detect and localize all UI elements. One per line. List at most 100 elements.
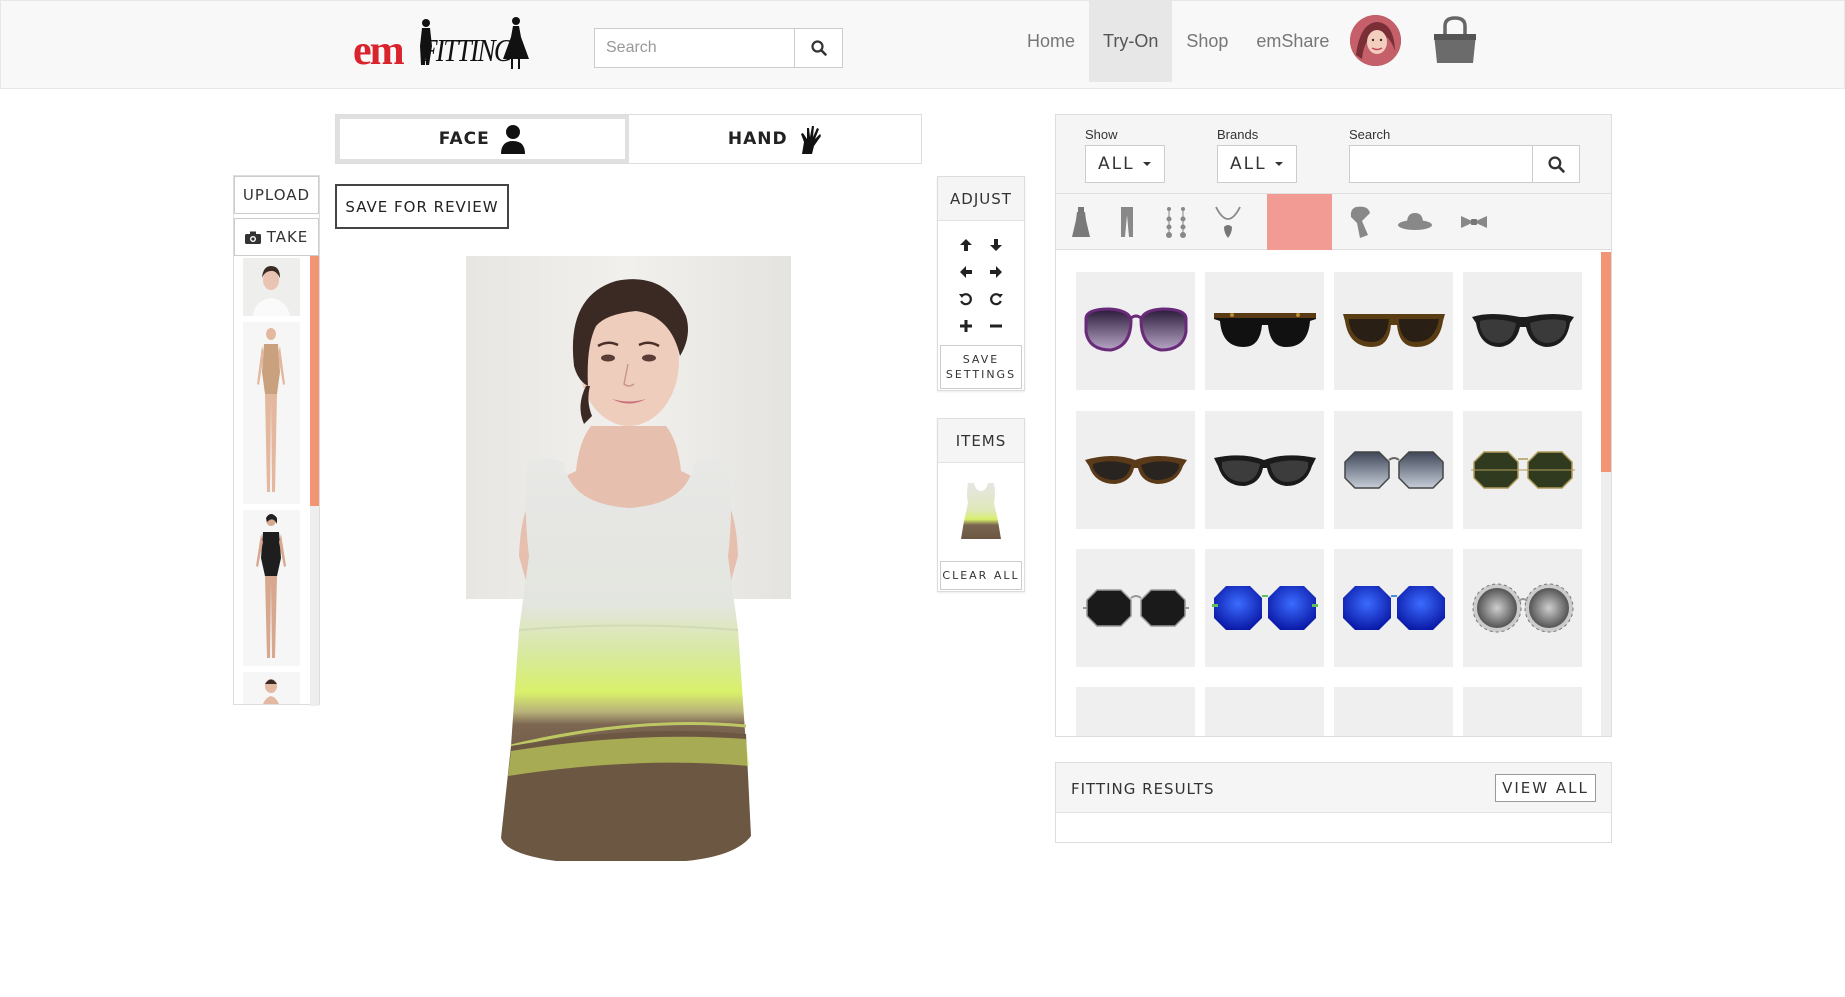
necklace-icon <box>1215 206 1241 238</box>
model-thumbnail[interactable] <box>243 510 300 666</box>
model-thumbnail[interactable] <box>243 672 300 704</box>
adjust-title: ADJUST <box>938 177 1024 221</box>
nav-home[interactable]: Home <box>1013 1 1089 82</box>
header-search-button[interactable] <box>794 28 843 68</box>
zoom-out-icon[interactable] <box>981 312 1011 339</box>
header-search-input[interactable] <box>594 28 794 68</box>
arrow-right-icon[interactable] <box>981 258 1011 285</box>
arrow-down-icon[interactable] <box>981 231 1011 258</box>
nav-try-on[interactable]: Try-On <box>1089 1 1173 82</box>
product-tile[interactable] <box>1334 549 1453 667</box>
layered-top-thumbnail <box>961 483 1001 539</box>
catalog-panel: Show ALL Brands ALL Search <box>1055 114 1612 737</box>
blue-octagon-sunglasses-image <box>1342 586 1445 630</box>
black-wrap-sunglasses-image <box>1213 455 1316 486</box>
zoom-in-icon[interactable] <box>951 312 981 339</box>
product-tile[interactable] <box>1205 272 1324 390</box>
product-tile[interactable] <box>1205 549 1324 667</box>
category-pants[interactable] <box>1102 194 1152 250</box>
black-sport-sunglasses-image <box>1471 314 1574 347</box>
catalog-filters: Show ALL Brands ALL Search <box>1056 115 1611 194</box>
nav-shop[interactable]: Shop <box>1172 1 1242 82</box>
show-select[interactable]: ALL <box>1085 145 1165 183</box>
product-tile[interactable] <box>1463 687 1582 736</box>
shopping-bag-icon[interactable] <box>1429 14 1481 66</box>
arrow-left-icon[interactable] <box>951 258 981 285</box>
product-tile[interactable] <box>1205 411 1324 529</box>
category-necklace[interactable] <box>1203 194 1253 250</box>
catalog-scrollbar-thumb[interactable] <box>1601 252 1611 472</box>
round-ornate-sunglasses-image <box>1472 583 1573 633</box>
model-thumbnail[interactable] <box>243 322 300 504</box>
product-tile[interactable] <box>1463 549 1582 667</box>
mode-tabs: FACE HAND <box>335 114 922 164</box>
fitting-results-panel: FITTING RESULTS VIEW ALL <box>1055 762 1612 843</box>
tab-face-label: FACE <box>438 129 490 149</box>
tab-hand-label: HAND <box>727 129 788 149</box>
items-panel: ITEMS CLEAR ALL <box>937 418 1025 592</box>
logo-silhouette: FITTING <box>420 17 529 69</box>
product-tile[interactable] <box>1463 411 1582 529</box>
catalog-search-button[interactable] <box>1532 145 1580 183</box>
octagon-blue-sunglasses-image <box>1343 451 1444 489</box>
product-tile[interactable] <box>1334 687 1453 736</box>
product-tile[interactable] <box>1334 411 1453 529</box>
category-bowtie[interactable] <box>1449 194 1499 250</box>
rotate-left-icon[interactable] <box>951 285 981 312</box>
category-dress[interactable] <box>1056 194 1106 250</box>
model-thumbnail[interactable] <box>243 258 300 316</box>
rotate-right-icon[interactable] <box>981 285 1011 312</box>
category-hat[interactable] <box>1390 194 1440 250</box>
dress-icon <box>1072 207 1090 237</box>
product-tile[interactable] <box>1334 272 1453 390</box>
save-settings-button[interactable]: SAVE SETTINGS <box>940 345 1022 389</box>
catalog-search-input[interactable] <box>1349 145 1533 183</box>
take-photo-button[interactable]: TAKE <box>234 218 319 256</box>
show-value: ALL <box>1098 154 1135 174</box>
product-tile[interactable] <box>1076 687 1195 736</box>
purple-sunglasses-image <box>1084 307 1187 352</box>
arrow-up-icon[interactable] <box>951 231 981 258</box>
emfitting-logo[interactable]: em FITTING <box>353 13 529 72</box>
upload-button[interactable]: UPLOAD <box>234 176 319 214</box>
product-tile[interactable] <box>1463 272 1582 390</box>
camera-icon <box>244 231 261 244</box>
tab-hand[interactable]: HAND <box>629 115 922 163</box>
category-scarf[interactable] <box>1336 194 1386 250</box>
category-earrings[interactable] <box>1151 194 1201 250</box>
category-sunglasses[interactable] <box>1267 194 1332 250</box>
model-thumbnail-list <box>243 258 303 704</box>
view-all-button[interactable]: VIEW ALL <box>1495 774 1596 802</box>
aviator-sunglasses-image <box>1341 687 1447 736</box>
product-tile[interactable] <box>1076 411 1195 529</box>
selected-item-thumbnail[interactable] <box>938 463 1024 561</box>
search-icon <box>810 40 827 56</box>
adjust-panel: ADJUST SAVE SETTINGS <box>937 176 1025 391</box>
save-settings-label-2: SETTINGS <box>945 368 1017 381</box>
rail-scrollbar-thumb[interactable] <box>310 256 319 506</box>
product-tile[interactable] <box>1205 687 1324 736</box>
model-portrait <box>243 672 300 704</box>
nav-emshare[interactable]: emShare <box>1242 1 1343 82</box>
save-for-review-button[interactable]: SAVE FOR REVIEW <box>335 184 509 229</box>
user-avatar[interactable] <box>1350 15 1401 66</box>
product-tile[interactable] <box>1076 272 1195 390</box>
model-preview <box>466 256 791 861</box>
product-tile[interactable] <box>1076 549 1195 667</box>
blue-mirror-octagon-image <box>1211 586 1318 630</box>
rail-scrollbar[interactable] <box>310 256 319 706</box>
tab-face[interactable]: FACE <box>336 115 629 163</box>
main-nav: Home Try-On Shop emShare <box>1013 1 1343 82</box>
model-portrait <box>243 258 300 316</box>
save-settings-label-1: SAVE <box>962 353 1000 366</box>
fitting-results-header: FITTING RESULTS VIEW ALL <box>1056 763 1611 813</box>
leopard-sunglasses-image <box>1212 687 1318 736</box>
catalog-scrollbar[interactable] <box>1601 252 1611 736</box>
items-title: ITEMS <box>938 419 1024 463</box>
brands-select[interactable]: ALL <box>1217 145 1297 183</box>
brands-label: Brands <box>1217 127 1259 142</box>
gold-ornate-sunglasses-image <box>1470 687 1576 736</box>
brands-value: ALL <box>1230 154 1267 174</box>
bowtie-icon <box>1461 216 1487 228</box>
clear-all-button[interactable]: CLEAR ALL <box>940 561 1022 590</box>
